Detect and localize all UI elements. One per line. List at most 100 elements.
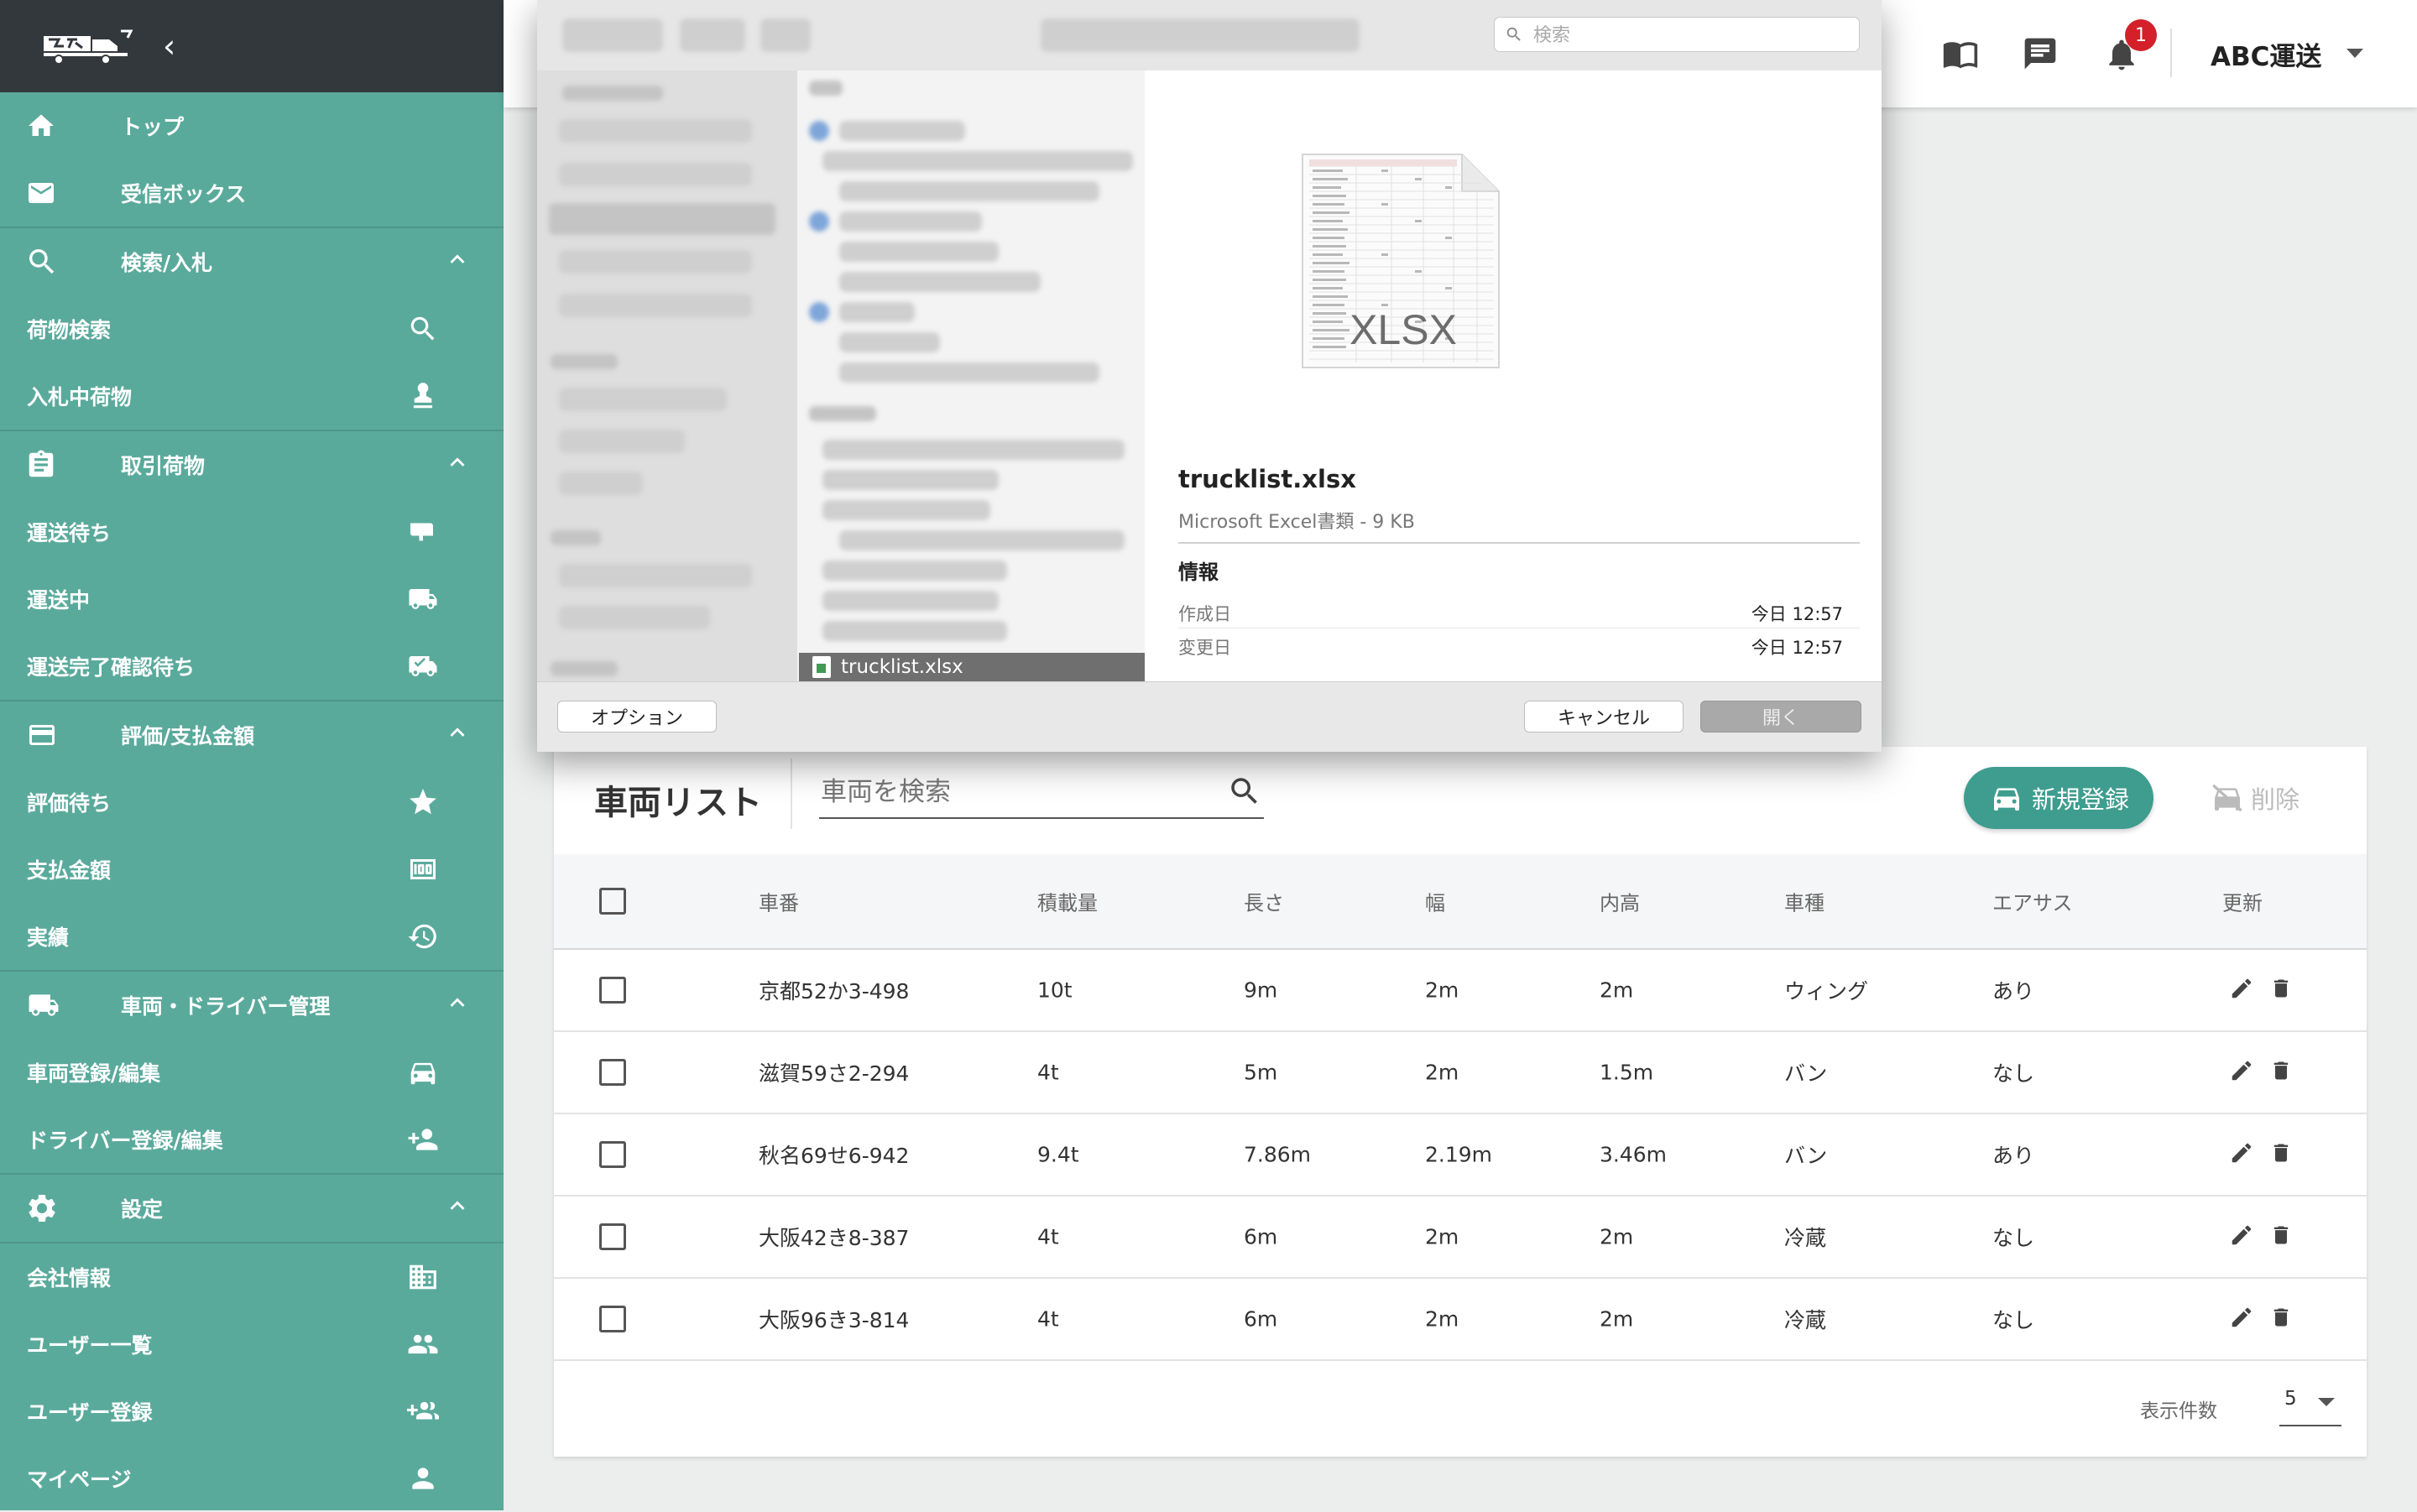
sidebar-section-fleet[interactable]: 車両・ドライバー管理 bbox=[0, 972, 504, 1039]
sidebar-header: ‹ bbox=[0, 0, 504, 92]
cancel-button[interactable]: キャンセル bbox=[1524, 701, 1684, 733]
sidebar-section-deals[interactable]: 取引荷物 bbox=[0, 431, 504, 498]
delete-vehicle-button[interactable]: 削除 bbox=[2209, 767, 2300, 829]
edit-icon[interactable] bbox=[2229, 1058, 2254, 1087]
chevron-up-icon[interactable] bbox=[443, 448, 472, 482]
sidebar-item-confirm[interactable]: 運送完了確認待ち bbox=[0, 633, 504, 700]
list-item[interactable] bbox=[839, 211, 982, 232]
edit-icon[interactable] bbox=[2229, 1305, 2254, 1333]
sidebar-item-user-reg[interactable]: ユーザー登録 bbox=[0, 1378, 504, 1445]
sidebar-item-cargo-search[interactable]: 荷物検索 bbox=[0, 295, 504, 362]
sidebar-item-bidding[interactable]: 入札中荷物 bbox=[0, 362, 504, 430]
chevron-up-icon[interactable] bbox=[443, 1191, 472, 1225]
sidebar-location[interactable] bbox=[559, 250, 752, 274]
chevron-up-icon[interactable] bbox=[443, 245, 472, 279]
sidebar-item-label: マイページ bbox=[27, 1468, 132, 1492]
sidebar-item-mypage[interactable]: マイページ bbox=[0, 1445, 504, 1512]
vehicle-search-input[interactable] bbox=[819, 770, 1175, 814]
row-checkbox[interactable] bbox=[599, 1306, 626, 1332]
chat-icon[interactable] bbox=[2021, 35, 2059, 76]
column-header-width[interactable]: 幅 bbox=[1425, 887, 1445, 916]
sidebar-item-vehicle-reg[interactable]: 車両登録/編集 bbox=[0, 1039, 504, 1106]
sidebar-location[interactable] bbox=[559, 606, 710, 629]
sidebar-location[interactable] bbox=[559, 564, 752, 587]
edit-icon[interactable] bbox=[2229, 976, 2254, 1004]
sidebar-location-selected[interactable] bbox=[549, 203, 775, 235]
sidebar-item-inbox[interactable]: 受信ボックス bbox=[0, 159, 504, 227]
column-header-number[interactable]: 車番 bbox=[759, 887, 799, 916]
company-name[interactable]: ABC運送 bbox=[2211, 35, 2321, 73]
open-button[interactable]: 開く bbox=[1700, 701, 1861, 733]
sidebar-item-waiting[interactable]: 運送待ち bbox=[0, 498, 504, 566]
sidebar-location[interactable] bbox=[559, 430, 685, 453]
preview-file-meta: Microsoft Excel書類 - 9 KB bbox=[1178, 512, 1415, 533]
row-checkbox[interactable] bbox=[599, 1059, 626, 1086]
sidebar-item-payment-amount[interactable]: 支払金額 bbox=[0, 836, 504, 903]
list-item[interactable] bbox=[822, 500, 990, 520]
sidebar-item-driver-reg[interactable]: ドライバー登録/編集 bbox=[0, 1106, 504, 1173]
sidebar-location[interactable] bbox=[559, 388, 727, 411]
list-item[interactable] bbox=[839, 530, 1125, 550]
column-header-height[interactable]: 内高 bbox=[1600, 887, 1640, 916]
list-item[interactable] bbox=[822, 440, 1125, 460]
search-icon[interactable] bbox=[1227, 774, 1262, 812]
list-item[interactable] bbox=[822, 591, 999, 611]
sidebar-collapse-icon[interactable]: ‹ bbox=[163, 30, 175, 62]
options-button[interactable]: オプション bbox=[557, 701, 717, 733]
trash-icon[interactable] bbox=[2269, 1140, 2293, 1169]
sidebar-section-settings[interactable]: 設定 bbox=[0, 1175, 504, 1243]
sidebar-item-user-list[interactable]: ユーザー一覧 bbox=[0, 1311, 504, 1378]
list-item[interactable] bbox=[822, 470, 999, 490]
sidebar-item-company-info[interactable]: 会社情報 bbox=[0, 1243, 504, 1311]
chevron-up-icon[interactable] bbox=[443, 718, 472, 752]
view-mode-buttons[interactable] bbox=[562, 18, 663, 52]
column-header-length[interactable]: 長さ bbox=[1244, 887, 1284, 916]
manual-book-icon[interactable] bbox=[1940, 35, 1981, 76]
sidebar-item-results[interactable]: 実績 bbox=[0, 903, 504, 970]
row-checkbox[interactable] bbox=[599, 1141, 626, 1168]
row-checkbox[interactable] bbox=[599, 1223, 626, 1250]
edit-icon[interactable] bbox=[2229, 1223, 2254, 1251]
chevron-up-icon[interactable] bbox=[443, 988, 472, 1022]
sidebar-section-search[interactable]: 検索/入札 bbox=[0, 228, 504, 295]
selected-file-row[interactable]: trucklist.xlsx bbox=[799, 653, 1178, 681]
column-header-type[interactable]: 車種 bbox=[1784, 887, 1824, 916]
app-logo[interactable] bbox=[40, 26, 134, 66]
sidebar-item-review-wait[interactable]: 評価待ち bbox=[0, 769, 504, 836]
list-item[interactable] bbox=[839, 121, 965, 141]
sidebar-location[interactable] bbox=[559, 119, 752, 143]
list-item[interactable] bbox=[839, 332, 940, 352]
column-header-capacity[interactable]: 積載量 bbox=[1037, 887, 1098, 916]
caret-down-icon[interactable] bbox=[2347, 49, 2363, 58]
sidebar-location[interactable] bbox=[559, 294, 752, 317]
list-item[interactable] bbox=[839, 242, 999, 262]
column-header-airsus[interactable]: エアサス bbox=[1992, 887, 2073, 916]
list-item[interactable] bbox=[822, 560, 1007, 581]
cell-capacity: 4t bbox=[1037, 1060, 1059, 1085]
dialog-search-input[interactable] bbox=[1532, 21, 1854, 50]
new-vehicle-button[interactable]: 新規登録 bbox=[1964, 767, 2153, 829]
select-all-checkbox[interactable] bbox=[599, 888, 626, 915]
rows-per-page-select[interactable]: 5 bbox=[2279, 1381, 2341, 1426]
row-checkbox[interactable] bbox=[599, 977, 626, 1004]
sidebar-section-payment[interactable]: 評価/支払金額 bbox=[0, 701, 504, 769]
edit-icon[interactable] bbox=[2229, 1140, 2254, 1169]
sidebar-item-top[interactable]: トップ bbox=[0, 92, 504, 159]
list-item[interactable] bbox=[839, 302, 915, 322]
trash-icon[interactable] bbox=[2269, 1223, 2293, 1251]
list-item[interactable] bbox=[839, 272, 1041, 292]
sidebar-location[interactable] bbox=[559, 472, 643, 495]
group-button[interactable] bbox=[680, 18, 745, 52]
list-item[interactable] bbox=[839, 362, 1099, 383]
trash-icon[interactable] bbox=[2269, 1058, 2293, 1087]
list-item[interactable] bbox=[839, 181, 1099, 201]
share-button[interactable] bbox=[760, 18, 811, 52]
list-item[interactable] bbox=[822, 621, 1007, 641]
history-icon bbox=[405, 920, 441, 952]
trash-icon[interactable] bbox=[2269, 976, 2293, 1004]
sidebar-location[interactable] bbox=[559, 163, 752, 186]
location-popup[interactable] bbox=[1041, 18, 1360, 52]
list-item[interactable] bbox=[822, 151, 1133, 171]
sidebar-item-in-transit[interactable]: 運送中 bbox=[0, 566, 504, 633]
trash-icon[interactable] bbox=[2269, 1305, 2293, 1333]
